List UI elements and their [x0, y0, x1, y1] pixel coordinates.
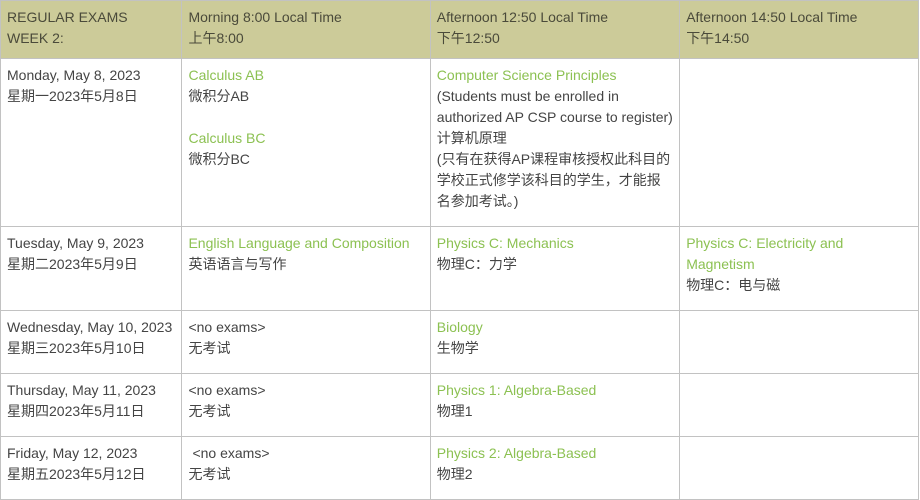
header-morning-en: Morning 8:00 Local Time	[188, 9, 342, 25]
header-week-line1: REGULAR EXAMS	[7, 9, 128, 25]
table-row: Tuesday, May 9, 2023 星期二2023年5月9日 Englis…	[0, 226, 919, 311]
exam-title-cn: 微积分AB	[188, 88, 250, 104]
header-week: REGULAR EXAMS WEEK 2:	[0, 0, 183, 59]
exam-title-cn: 英语语言与写作	[188, 256, 287, 272]
exam-title-link[interactable]: Physics 2: Algebra-Based	[437, 443, 673, 464]
date-cn: 星期四2023年5月11日	[7, 403, 145, 419]
header-morning-cn: 上午8:00	[188, 30, 244, 46]
header-morning: Morning 8:00 Local Time 上午8:00	[181, 0, 431, 59]
date-cell: Monday, May 8, 2023 星期一2023年5月8日	[0, 58, 183, 227]
header-afternoon-1450-en: Afternoon 14:50 Local Time	[686, 9, 858, 25]
exam-title-cn: 物理1	[436, 403, 473, 419]
header-afternoon-1250-en: Afternoon 12:50 Local Time	[436, 9, 609, 25]
date-cell: Friday, May 12, 2023 星期五2023年5月12日	[0, 436, 183, 500]
exam-note-cn: (只有在获得AP课程审核授权此科目的学校正式修学该科目的学生，才能报名参加考试。…	[436, 151, 671, 209]
morning-cell: <no exams> 无考试	[181, 436, 431, 500]
exam-title-cn: 生物学	[436, 340, 479, 356]
exam-title-cn: 微积分BC	[188, 151, 250, 167]
date-en: Wednesday, May 10, 2023	[7, 319, 173, 335]
afternoon-1250-cell: Computer Science Principles (Students mu…	[429, 58, 681, 227]
date-en: Monday, May 8, 2023	[7, 67, 141, 83]
date-en: Friday, May 12, 2023	[7, 445, 138, 461]
afternoon-1450-cell	[679, 436, 919, 500]
afternoon-1250-cell: Biology 生物学	[429, 310, 681, 374]
no-exams-en: <no exams>	[188, 382, 266, 398]
exam-title-link[interactable]: Physics C: Electricity and Magnetism	[686, 233, 912, 275]
exam-title-link[interactable]: English Language and Composition	[188, 233, 423, 254]
exam-title-link[interactable]: Calculus AB	[188, 65, 423, 86]
table-row: Monday, May 8, 2023 星期一2023年5月8日 Calculu…	[0, 58, 919, 227]
no-exams-en: <no exams>	[192, 445, 270, 461]
afternoon-1450-cell	[679, 373, 919, 437]
exam-title-link[interactable]: Calculus BC	[188, 128, 423, 149]
no-exams-cn: 无考试	[188, 403, 231, 419]
exam-title-cn: 物理2	[436, 466, 473, 482]
afternoon-1450-cell	[679, 58, 919, 227]
date-cell: Tuesday, May 9, 2023 星期二2023年5月9日	[0, 226, 183, 311]
morning-cell: <no exams> 无考试	[181, 310, 431, 374]
exam-title-cn: 物理C：力学	[436, 256, 517, 272]
date-en: Tuesday, May 9, 2023	[7, 235, 144, 251]
exam-title-link[interactable]: Physics C: Mechanics	[437, 233, 673, 254]
exam-note-en: (Students must be enrolled in authorized…	[436, 88, 673, 125]
date-cell: Wednesday, May 10, 2023 星期三2023年5月10日	[0, 310, 183, 374]
exam-schedule-table: REGULAR EXAMS WEEK 2: Morning 8:00 Local…	[0, 0, 919, 500]
date-en: Thursday, May 11, 2023	[7, 382, 156, 398]
header-afternoon-1450-cn: 下午14:50	[686, 30, 750, 46]
header-week-line2: WEEK 2:	[7, 30, 64, 46]
no-exams-cn: 无考试	[188, 466, 231, 482]
exam-title-cn: 计算机原理	[436, 130, 507, 146]
exam-title-link[interactable]: Computer Science Principles	[437, 65, 673, 86]
table-row: Thursday, May 11, 2023 星期四2023年5月11日 <no…	[0, 373, 919, 437]
header-afternoon-1450: Afternoon 14:50 Local Time 下午14:50	[679, 0, 919, 59]
header-row: REGULAR EXAMS WEEK 2: Morning 8:00 Local…	[0, 0, 919, 59]
date-cn: 星期一2023年5月8日	[7, 88, 138, 104]
no-exams-cn: 无考试	[188, 340, 231, 356]
morning-cell: <no exams> 无考试	[181, 373, 431, 437]
afternoon-1450-cell	[679, 310, 919, 374]
morning-cell: Calculus AB 微积分AB Calculus BC 微积分BC	[181, 58, 431, 227]
header-afternoon-1250: Afternoon 12:50 Local Time 下午12:50	[429, 0, 681, 59]
afternoon-1450-cell: Physics C: Electricity and Magnetism 物理C…	[679, 226, 919, 311]
afternoon-1250-cell: Physics 2: Algebra-Based 物理2	[429, 436, 681, 500]
table-row: Wednesday, May 10, 2023 星期三2023年5月10日 <n…	[0, 310, 919, 374]
exam-title-cn: 物理C：电与磁	[686, 277, 781, 293]
morning-cell: English Language and Composition 英语语言与写作	[181, 226, 431, 311]
date-cn: 星期五2023年5月12日	[7, 466, 146, 482]
date-cn: 星期三2023年5月10日	[7, 340, 146, 356]
exam-title-link[interactable]: Biology	[437, 317, 673, 338]
exam-title-link[interactable]: Physics 1: Algebra-Based	[437, 380, 673, 401]
afternoon-1250-cell: Physics C: Mechanics 物理C：力学	[429, 226, 681, 311]
afternoon-1250-cell: Physics 1: Algebra-Based 物理1	[429, 373, 681, 437]
table-row: Friday, May 12, 2023 星期五2023年5月12日 <no e…	[0, 436, 919, 500]
no-exams-en: <no exams>	[188, 319, 266, 335]
date-cn: 星期二2023年5月9日	[7, 256, 138, 272]
header-afternoon-1250-cn: 下午12:50	[436, 30, 500, 46]
date-cell: Thursday, May 11, 2023 星期四2023年5月11日	[0, 373, 183, 437]
